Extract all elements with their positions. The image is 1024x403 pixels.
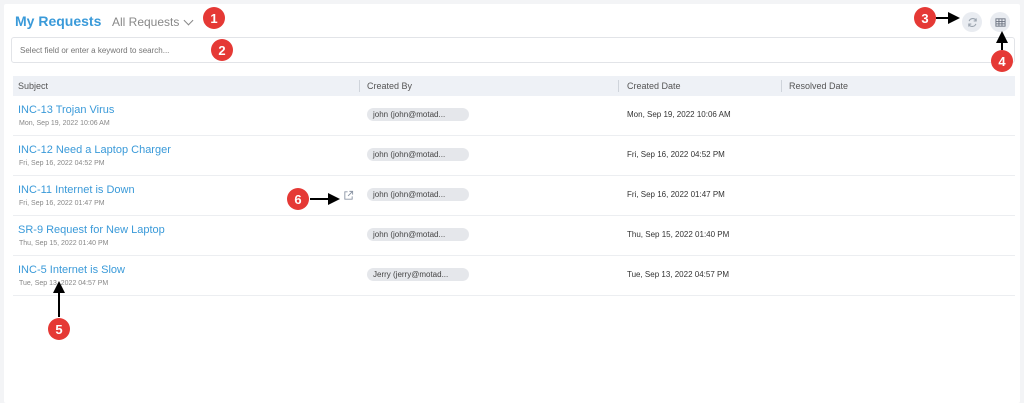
request-subject-date: Tue, Sep 13, 2022 04:57 PM xyxy=(19,280,109,287)
annotation-badge: 4 xyxy=(991,50,1013,72)
grid-view-icon xyxy=(994,17,1006,27)
column-divider[interactable] xyxy=(781,80,782,92)
created-date: Fri, Sep 16, 2022 04:52 PM xyxy=(627,150,725,159)
table-row[interactable]: INC-13 Trojan Virus Mon, Sep 19, 2022 10… xyxy=(13,96,1015,136)
created-date: Tue, Sep 13, 2022 04:57 PM xyxy=(627,270,729,279)
column-divider[interactable] xyxy=(359,80,360,92)
request-subject-link[interactable]: INC-13 Trojan Virus xyxy=(18,104,114,116)
table-header: Subject Created By Created Date Resolved… xyxy=(13,76,1015,96)
requests-table: Subject Created By Created Date Resolved… xyxy=(13,76,1015,296)
view-selector[interactable]: All Requests xyxy=(112,15,194,29)
refresh-icon xyxy=(967,17,977,27)
created-by-chip[interactable]: john (john@motad... xyxy=(367,228,469,241)
chevron-down-icon xyxy=(183,15,194,25)
request-subject-link[interactable]: INC-12 Need a Laptop Charger xyxy=(18,144,171,156)
annotation-badge: 1 xyxy=(203,7,225,29)
view-label: All Requests xyxy=(112,15,180,29)
column-header-created-date[interactable]: Created Date xyxy=(627,81,681,91)
table-row[interactable]: INC-12 Need a Laptop Charger Fri, Sep 16… xyxy=(13,136,1015,176)
created-date: Thu, Sep 15, 2022 01:40 PM xyxy=(627,230,730,239)
column-header-created-by[interactable]: Created By xyxy=(367,81,412,91)
created-by-chip[interactable]: Jerry (jerry@motad... xyxy=(367,268,469,281)
request-subject-link[interactable]: SR-9 Request for New Laptop xyxy=(18,224,165,236)
requests-panel: My Requests All Requests Subject Created… xyxy=(4,4,1020,403)
request-subject-link[interactable]: INC-5 Internet is Slow xyxy=(18,264,125,276)
request-subject-date: Fri, Sep 16, 2022 01:47 PM xyxy=(19,200,105,207)
annotation-badge: 6 xyxy=(287,188,309,210)
table-row[interactable]: SR-9 Request for New Laptop Thu, Sep 15,… xyxy=(13,216,1015,256)
request-subject-date: Fri, Sep 16, 2022 04:52 PM xyxy=(19,160,105,167)
table-row[interactable]: INC-11 Internet is Down Fri, Sep 16, 202… xyxy=(13,176,1015,216)
created-by-chip[interactable]: john (john@motad... xyxy=(367,108,469,121)
table-row[interactable]: INC-5 Internet is Slow Tue, Sep 13, 2022… xyxy=(13,256,1015,296)
annotation-badge: 5 xyxy=(48,318,70,340)
column-settings-button[interactable] xyxy=(990,12,1010,32)
external-link-icon[interactable] xyxy=(343,190,354,201)
annotation-badge: 3 xyxy=(914,7,936,29)
page-title: My Requests xyxy=(15,13,102,29)
search-input[interactable] xyxy=(11,37,1015,63)
request-subject-date: Mon, Sep 19, 2022 10:06 AM xyxy=(19,120,110,127)
column-divider[interactable] xyxy=(618,80,619,92)
column-header-subject[interactable]: Subject xyxy=(18,81,48,91)
refresh-button[interactable] xyxy=(962,12,982,32)
created-by-chip[interactable]: john (john@motad... xyxy=(367,148,469,161)
created-date: Mon, Sep 19, 2022 10:06 AM xyxy=(627,110,731,119)
request-subject-date: Thu, Sep 15, 2022 01:40 PM xyxy=(19,240,109,247)
column-header-resolved-date[interactable]: Resolved Date xyxy=(789,81,848,91)
request-subject-link[interactable]: INC-11 Internet is Down xyxy=(18,184,135,196)
created-date: Fri, Sep 16, 2022 01:47 PM xyxy=(627,190,725,199)
created-by-chip[interactable]: john (john@motad... xyxy=(367,188,469,201)
annotation-badge: 2 xyxy=(211,39,233,61)
